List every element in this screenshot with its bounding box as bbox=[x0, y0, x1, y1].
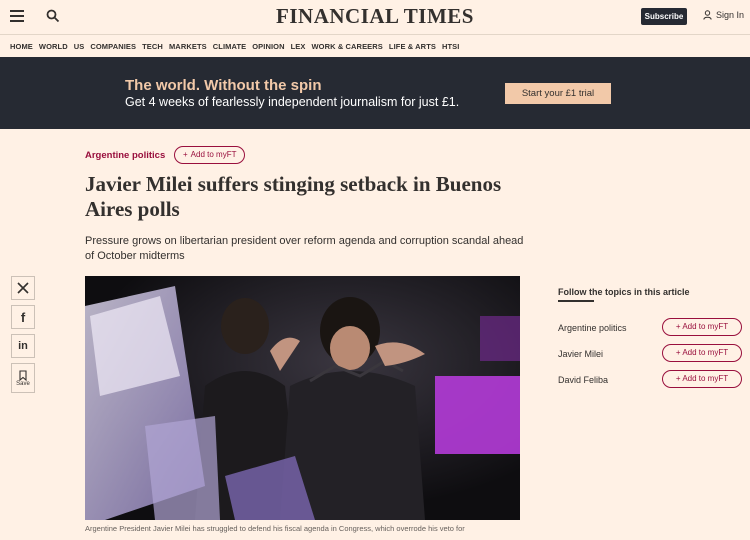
linkedin-icon: in bbox=[18, 340, 28, 352]
follow-topic-row: David Feliba + Add to myFT bbox=[558, 370, 744, 390]
top-bar: FINANCIAL TIMES Subscribe Sign In bbox=[0, 0, 750, 34]
banner-headline: The world. Without the spin bbox=[125, 77, 322, 94]
hero-photo bbox=[85, 276, 520, 520]
follow-button-label: Add to myFT bbox=[682, 374, 729, 383]
article-standfirst: Pressure grows on libertarian president … bbox=[85, 235, 524, 262]
follow-topics-title: Follow the topics in this article bbox=[558, 287, 690, 297]
nav-item-companies[interactable]: COMPANIES bbox=[90, 42, 136, 51]
nav-item-lex[interactable]: LEX bbox=[291, 42, 306, 51]
nav-item-work-careers[interactable]: WORK & CAREERS bbox=[312, 42, 383, 51]
follow-topic-name: Javier Milei bbox=[558, 349, 604, 359]
image-caption: Argentine President Javier Milei has str… bbox=[85, 524, 465, 533]
follow-topic-row: Javier Milei + Add to myFT bbox=[558, 344, 744, 364]
sign-in-label: Sign In bbox=[716, 10, 745, 20]
facebook-icon: f bbox=[20, 309, 26, 325]
follow-topic-name: David Feliba bbox=[558, 375, 609, 385]
subscription-banner: The world. Without the spin Get 4 weeks … bbox=[0, 57, 750, 129]
add-to-myft-button[interactable]: + Add to myFT bbox=[174, 146, 246, 164]
nav-item-home[interactable]: HOME bbox=[10, 42, 33, 51]
follow-topic-add-button[interactable]: + Add to myFT bbox=[662, 344, 742, 362]
follow-button-label: Add to myFT bbox=[682, 348, 729, 357]
share-facebook-button[interactable]: f bbox=[11, 305, 35, 329]
sign-in-link[interactable]: Sign In bbox=[703, 10, 744, 20]
user-icon bbox=[703, 10, 712, 20]
article-hero-image bbox=[85, 276, 520, 520]
nav-item-opinion[interactable]: OPINION bbox=[252, 42, 284, 51]
follow-button-label: Add to myFT bbox=[682, 322, 729, 331]
nav-item-tech[interactable]: TECH bbox=[142, 42, 163, 51]
follow-topics-divider bbox=[558, 300, 594, 302]
bookmark-icon bbox=[19, 369, 27, 381]
save-label: Save bbox=[16, 380, 30, 387]
ft-logo[interactable]: FINANCIAL TIMES bbox=[0, 4, 750, 29]
share-linkedin-button[interactable]: in bbox=[11, 334, 35, 358]
follow-topic-add-button[interactable]: + Add to myFT bbox=[662, 370, 742, 388]
nav-item-us[interactable]: US bbox=[74, 42, 85, 51]
plus-icon: + bbox=[183, 150, 188, 159]
nav-item-climate[interactable]: CLIMATE bbox=[213, 42, 246, 51]
start-trial-button[interactable]: Start your £1 trial bbox=[505, 83, 611, 104]
share-bar: f in Save bbox=[11, 276, 35, 398]
nav-item-markets[interactable]: MARKETS bbox=[169, 42, 207, 51]
nav-item-htsi[interactable]: HTSI bbox=[442, 42, 459, 51]
topic-link[interactable]: Argentine politics bbox=[85, 150, 165, 161]
share-x-button[interactable] bbox=[11, 276, 35, 300]
follow-topic-name: Argentine politics bbox=[558, 323, 627, 333]
article-headline: Javier Milei suffers stinging setback in… bbox=[85, 172, 502, 221]
main-navigation: HOME WORLD US COMPANIES TECH MARKETS CLIMATE OP… bbox=[0, 34, 750, 57]
subscribe-button[interactable]: Subscribe bbox=[641, 8, 687, 25]
add-to-myft-label: Add to myFT bbox=[190, 150, 237, 159]
follow-topic-row: Argentine politics + Add to myFT bbox=[558, 318, 744, 338]
nav-item-life-arts[interactable]: LIFE & ARTS bbox=[389, 42, 436, 51]
banner-subline: Get 4 weeks of fearlessly independent jo… bbox=[125, 95, 460, 109]
follow-topic-add-button[interactable]: + Add to myFT bbox=[662, 318, 742, 336]
nav-item-world[interactable]: WORLD bbox=[39, 42, 68, 51]
x-logo-icon bbox=[17, 282, 29, 294]
save-article-button[interactable]: Save bbox=[11, 363, 35, 393]
